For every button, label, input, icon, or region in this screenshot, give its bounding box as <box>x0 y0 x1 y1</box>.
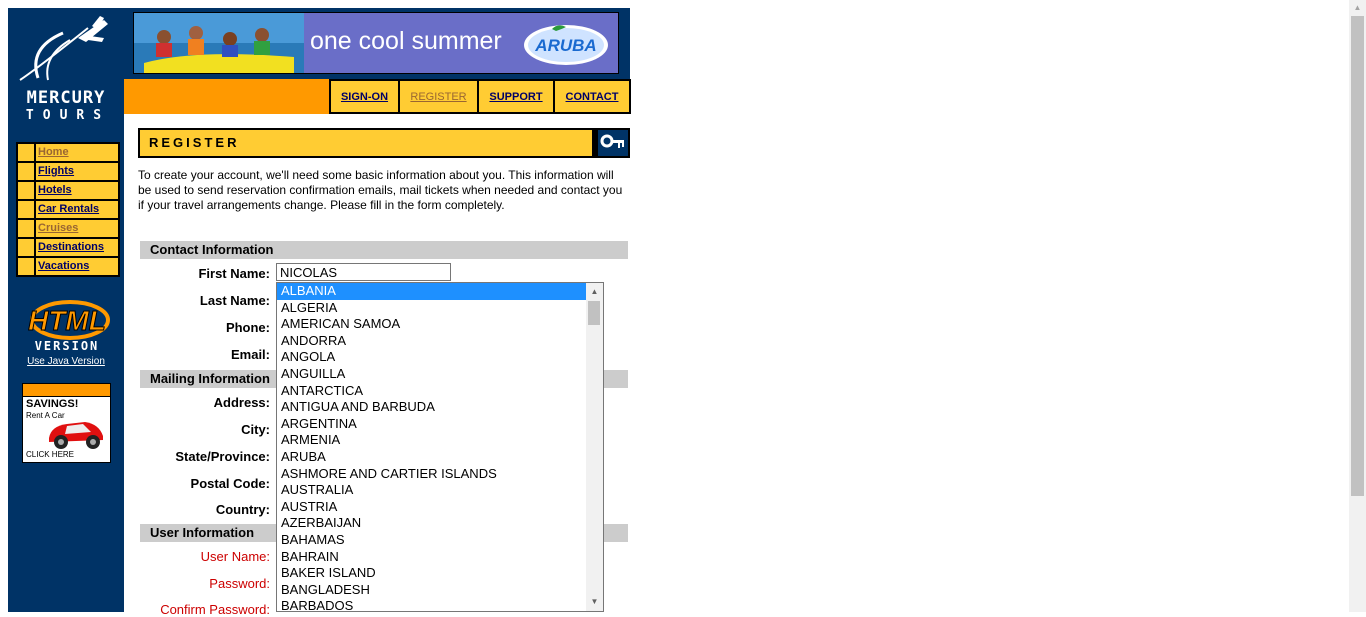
page-title-bar: REGISTER <box>138 128 630 158</box>
country-option[interactable]: BAHRAIN <box>277 549 586 566</box>
address-label: Address: <box>213 395 270 410</box>
dropdown-scrollbar[interactable]: ▲ ▼ <box>586 283 603 611</box>
postal-code-label: Postal Code: <box>190 476 270 491</box>
intro-text: To create your account, we'll need some … <box>138 168 623 212</box>
country-option[interactable]: BARBADOS <box>277 598 586 611</box>
top-nav: SIGN-ON REGISTER SUPPORT CONTACT <box>329 79 631 114</box>
side-nav-item-car-rentals[interactable]: Car Rentals <box>18 201 118 218</box>
banner-tagline: one cool summer <box>310 27 502 55</box>
side-nav-link-destinations[interactable]: Destinations <box>38 241 104 253</box>
side-nav-link-home[interactable]: Home <box>38 146 69 158</box>
country-option[interactable]: ANDORRA <box>277 333 586 350</box>
sign-on-link[interactable]: SIGN-ON <box>341 91 388 103</box>
aruba-logo-text: ARUBA <box>534 36 596 55</box>
side-nav-link-flights[interactable]: Flights <box>38 165 74 177</box>
country-option[interactable]: BAHAMAS <box>277 532 586 549</box>
side-nav-item-cruises[interactable]: Cruises <box>18 220 118 237</box>
country-option[interactable]: ANGOLA <box>277 349 586 366</box>
ad-headline: SAVINGS! <box>26 398 79 410</box>
scroll-down-arrow-icon[interactable]: ▼ <box>586 595 603 609</box>
country-option[interactable]: ALGERIA <box>277 300 586 317</box>
aruba-banner-ad[interactable]: one cool summer ARUBA <box>133 12 619 74</box>
side-nav-link-hotels[interactable]: Hotels <box>38 184 72 196</box>
country-option[interactable]: ASHMORE AND CARTIER ISLANDS <box>277 466 586 483</box>
logo-wordmark-mercury: MERCURY <box>26 88 106 108</box>
side-nav-item-destinations[interactable]: Destinations <box>18 239 118 256</box>
country-options: ALBANIA ALGERIA AMERICAN SAMOA ANDORRA A… <box>277 283 586 611</box>
country-option[interactable]: BAKER ISLAND <box>277 565 586 582</box>
side-nav-link-vacations[interactable]: Vacations <box>38 260 89 272</box>
side-nav-item-vacations[interactable]: Vacations <box>18 258 118 275</box>
key-icon <box>598 130 628 156</box>
side-nav-link-car-rentals[interactable]: Car Rentals <box>38 203 99 215</box>
tab-sign-on[interactable]: SIGN-ON <box>329 79 399 114</box>
tab-contact[interactable]: CONTACT <box>553 79 631 114</box>
use-java-version-link[interactable]: Use Java Version <box>8 356 124 367</box>
first-name-input[interactable] <box>276 263 451 281</box>
country-option[interactable]: ARUBA <box>277 449 586 466</box>
nav-bullet <box>18 220 34 237</box>
country-label: Country: <box>215 502 270 517</box>
country-option-selected[interactable]: ALBANIA <box>277 283 586 300</box>
html-badge-text: HTML <box>28 305 106 336</box>
header-banner: one cool summer ARUBA <box>124 8 630 79</box>
airplane-logo-icon <box>19 16 108 81</box>
country-option[interactable]: ANTIGUA AND BARBUDA <box>277 399 586 416</box>
section-contact-information: Contact Information <box>140 241 628 259</box>
ad-top-bar <box>23 384 110 397</box>
nav-bullet <box>18 239 34 256</box>
country-dropdown-list[interactable]: ALBANIA ALGERIA AMERICAN SAMOA ANDORRA A… <box>276 282 604 612</box>
nav-bullet <box>18 163 34 180</box>
side-nav-item-hotels[interactable]: Hotels <box>18 182 118 199</box>
nav-bullet <box>18 258 34 275</box>
country-option[interactable]: ANGUILLA <box>277 366 586 383</box>
tab-support[interactable]: SUPPORT <box>477 79 554 114</box>
logo-wordmark-tours: TOURS <box>25 108 111 123</box>
country-option[interactable]: BANGLADESH <box>277 582 586 599</box>
nav-bullet <box>18 201 34 218</box>
html-version-badge: HTML VERSION <box>28 300 110 353</box>
country-option[interactable]: ARGENTINA <box>277 416 586 433</box>
side-nav-link-cruises[interactable]: Cruises <box>38 222 78 234</box>
country-option[interactable]: ANTARCTICA <box>277 383 586 400</box>
side-nav-item-flights[interactable]: Flights <box>18 163 118 180</box>
rent-a-car-ad[interactable]: SAVINGS! Rent A Car CLICK HERE <box>22 383 111 463</box>
contact-link[interactable]: CONTACT <box>566 91 619 103</box>
confirm-password-label: Confirm Password: <box>160 602 270 617</box>
country-option[interactable]: ARMENIA <box>277 432 586 449</box>
country-option[interactable]: AZERBAIJAN <box>277 515 586 532</box>
country-option[interactable]: AUSTRALIA <box>277 482 586 499</box>
side-nav-item-home[interactable]: Home <box>18 144 118 161</box>
register-link[interactable]: REGISTER <box>410 91 466 103</box>
support-link[interactable]: SUPPORT <box>489 91 542 103</box>
nav-bullet <box>18 144 34 161</box>
page-scroll-up-arrow-icon[interactable]: ▲ <box>1349 2 1366 14</box>
country-option[interactable]: AMERICAN SAMOA <box>277 316 586 333</box>
nav-bullet <box>18 182 34 199</box>
tab-register[interactable]: REGISTER <box>398 79 478 114</box>
red-car-icon <box>49 422 103 449</box>
version-badge-text: VERSION <box>35 339 100 353</box>
phone-label: Phone: <box>225 320 270 335</box>
city-label: City: <box>241 422 270 437</box>
user-name-label: User Name: <box>200 549 270 564</box>
first-name-label: First Name: <box>198 266 270 281</box>
country-option[interactable]: AUSTRIA <box>277 499 586 516</box>
page-scroll-thumb[interactable] <box>1351 16 1364 496</box>
scroll-up-arrow-icon[interactable]: ▲ <box>586 285 603 299</box>
password-label: Password: <box>209 576 270 591</box>
side-nav: Home Flights Hotels Car Rentals Cruises … <box>16 142 120 277</box>
banner-photo-icon <box>134 13 304 73</box>
left-sidebar: MERCURY TOURS Home Flights Hotels Car Re… <box>8 8 124 612</box>
dropdown-scroll-thumb[interactable] <box>588 301 600 325</box>
email-label: Email: <box>230 347 270 362</box>
mercury-tours-logo[interactable]: MERCURY TOURS <box>8 8 124 136</box>
last-name-label: Last Name: <box>199 293 270 308</box>
ad-click-here: CLICK HERE <box>26 450 75 459</box>
aruba-logo-icon: ARUBA <box>524 25 608 65</box>
page-scrollbar[interactable]: ▲ <box>1349 0 1366 612</box>
state-province-label: State/Province: <box>175 449 270 464</box>
page-title: REGISTER <box>140 130 592 156</box>
